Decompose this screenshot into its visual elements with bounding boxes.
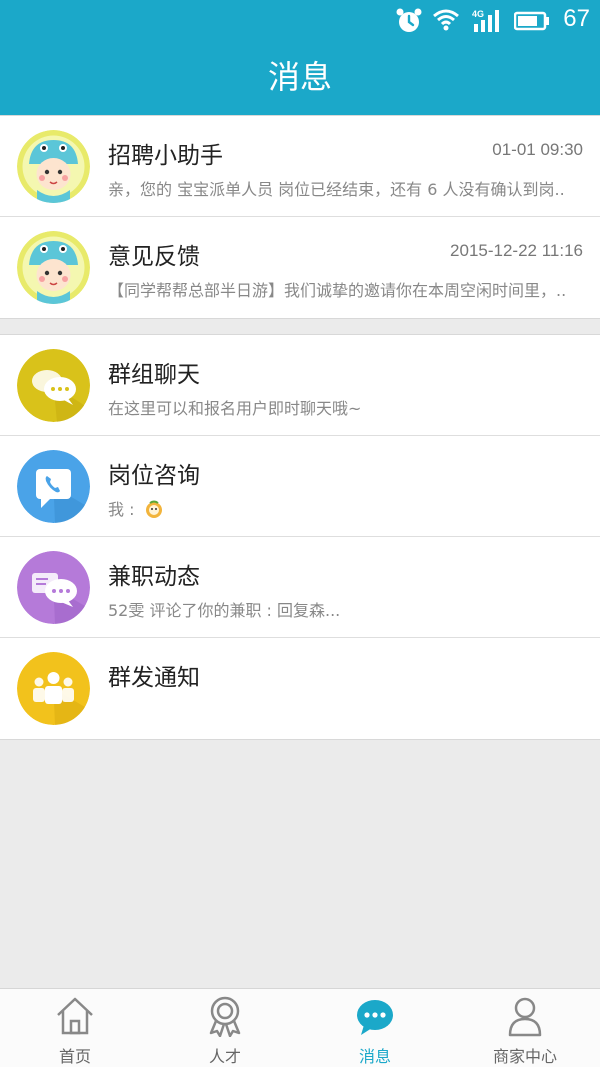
list-item-feedback[interactable]: 意见反馈 2015-12-22 11:16 【同学帮帮总部半日游】我们诚挚的邀请… (0, 217, 600, 318)
app-header: 4G 67 消息 (0, 0, 600, 115)
message-preview: 亲，您的 宝宝派单人员 岗位已经结束，还有 6 人没有确认到岗.. (108, 180, 565, 199)
message-time: 2015-12-22 11:16 (450, 241, 583, 260)
channel-title: 群发通知 (108, 665, 200, 691)
battery-icon (514, 11, 549, 31)
tab-label: 消息 (358, 1047, 391, 1066)
list-item-group-chat[interactable]: 群组聊天 在这里可以和报名用户即时聊天哦~ (0, 335, 600, 436)
tab-messages[interactable]: 消息 (300, 989, 450, 1067)
phone-chat-icon (17, 450, 90, 523)
baby-avatar-icon (17, 130, 90, 203)
network-label: 4G (472, 9, 484, 19)
chat-bubbles-icon (17, 349, 90, 422)
message-title: 意见反馈 (108, 244, 200, 270)
bottom-tab-bar: 首页 人才 消息 商家中心 (0, 988, 600, 1067)
channel-preview: 我 : (108, 496, 584, 520)
list-item-job-inquiry[interactable]: 岗位咨询 我 : (0, 436, 600, 537)
message-preview: 【同学帮帮总部半日游】我们诚挚的邀请你在本周空闲时间里，.. (108, 281, 567, 300)
channel-title: 群组聊天 (108, 362, 200, 388)
tab-home[interactable]: 首页 (0, 989, 150, 1067)
emoji-icon (145, 500, 162, 518)
list-item-job-updates[interactable]: 兼职动态 52雯 评论了你的兼职 : 回复森... (0, 537, 600, 638)
channel-title: 岗位咨询 (108, 463, 200, 489)
list-item-recruit-assistant[interactable]: 招聘小助手 01-01 09:30 亲，您的 宝宝派单人员 岗位已经结束，还有 … (0, 116, 600, 217)
channel-title: 兼职动态 (108, 564, 200, 590)
badge-icon (209, 996, 241, 1037)
message-icon (357, 1000, 393, 1035)
list-item-broadcast[interactable]: 群发通知 (0, 638, 600, 739)
comments-icon (17, 551, 90, 624)
home-icon (57, 997, 93, 1035)
tab-merchant-center[interactable]: 商家中心 (450, 989, 600, 1067)
tab-talent[interactable]: 人才 (150, 989, 300, 1067)
channel-preview: 52雯 评论了你的兼职 : 回复森... (108, 601, 341, 620)
user-icon (508, 997, 542, 1037)
baby-avatar-icon (17, 231, 90, 304)
status-bar: 4G 67 (0, 0, 600, 42)
tab-label: 人才 (208, 1047, 241, 1066)
tab-label: 首页 (58, 1047, 91, 1066)
signal-icon: 4G (472, 9, 499, 32)
message-title: 招聘小助手 (108, 143, 223, 169)
page-title: 消息 (267, 58, 332, 96)
sender-label: 我 : (108, 500, 135, 519)
battery-level: 67 (563, 5, 590, 32)
message-time: 01-01 09:30 (492, 140, 583, 159)
channel-preview: 在这里可以和报名用户即时聊天哦~ (108, 399, 362, 418)
messages-group: 招聘小助手 01-01 09:30 亲，您的 宝宝派单人员 岗位已经结束，还有 … (0, 115, 600, 319)
wifi-icon (433, 9, 459, 31)
alarm-icon (396, 8, 422, 32)
group-users-icon (17, 652, 90, 725)
tab-label: 商家中心 (492, 1047, 557, 1066)
channels-group: 群组聊天 在这里可以和报名用户即时聊天哦~ 岗位咨询 我 : 兼职动态 52雯 … (0, 334, 600, 740)
